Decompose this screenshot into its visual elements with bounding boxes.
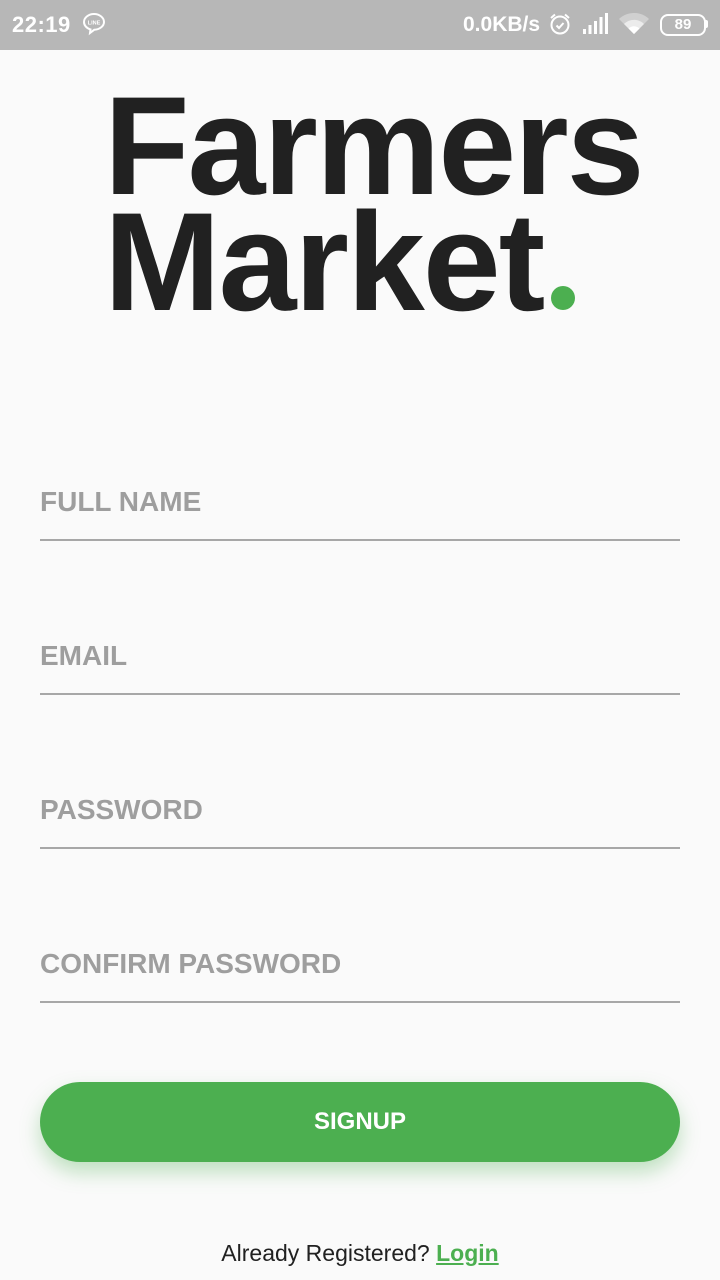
full-name-field bbox=[40, 464, 680, 544]
logo-dot bbox=[551, 286, 576, 310]
confirm-password-field bbox=[40, 926, 680, 1006]
battery-icon: 89 bbox=[660, 14, 708, 36]
password-field bbox=[40, 772, 680, 852]
email-field bbox=[40, 618, 680, 698]
svg-text:LINE: LINE bbox=[88, 21, 101, 27]
email-input[interactable] bbox=[40, 618, 680, 695]
signup-button[interactable]: SIGNUP bbox=[40, 1082, 680, 1162]
signal-icon bbox=[583, 13, 608, 34]
line-app-icon: LINE bbox=[82, 12, 106, 36]
network-speed: 0.0KB/s bbox=[463, 13, 541, 36]
status-time: 22:19 bbox=[12, 12, 71, 37]
app-logo: Farmers Market bbox=[104, 76, 645, 332]
confirm-password-input[interactable] bbox=[40, 926, 680, 1003]
password-input[interactable] bbox=[40, 772, 680, 849]
login-link[interactable]: Login bbox=[436, 1240, 499, 1266]
already-registered-text: Already Registered? bbox=[221, 1240, 430, 1266]
status-bar: 22:19 LINE 0.0KB/s 89 bbox=[0, 0, 720, 50]
wifi-icon bbox=[619, 13, 649, 34]
full-name-input[interactable] bbox=[40, 464, 680, 541]
login-prompt: Already Registered? Login bbox=[0, 1240, 720, 1267]
logo-line-2: Market bbox=[104, 183, 545, 340]
logo-line-2-wrapper: Market bbox=[104, 192, 643, 332]
alarm-icon bbox=[550, 13, 570, 35]
battery-level: 89 bbox=[674, 16, 692, 33]
